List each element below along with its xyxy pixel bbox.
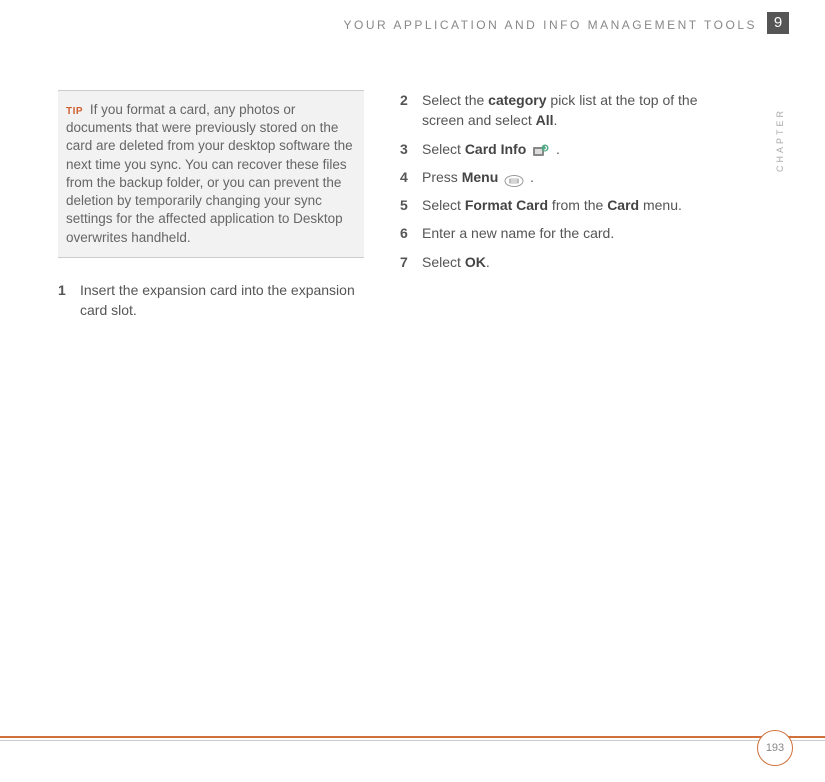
step: 5Select Format Card from the Card menu.	[400, 195, 706, 215]
step-text: Select OK.	[422, 252, 490, 272]
step-number: 5	[400, 195, 422, 215]
page-number: 193	[757, 730, 793, 766]
step: 6Enter a new name for the card.	[400, 223, 706, 243]
step: 2Select the category pick list at the to…	[400, 90, 706, 131]
footer-rule	[0, 736, 825, 738]
step: 4Press Menu .	[400, 167, 706, 187]
step-number: 6	[400, 223, 422, 243]
step-number: 2	[400, 90, 422, 131]
step-number: 7	[400, 252, 422, 272]
step: 7Select OK.	[400, 252, 706, 272]
header-title: YOUR APPLICATION AND INFO MANAGEMENT TOO…	[343, 18, 757, 32]
step: 3Select Card Info .	[400, 139, 706, 159]
card-info-icon	[532, 143, 550, 157]
step-text: Select Format Card from the Card menu.	[422, 195, 682, 215]
step-text: Insert the expansion card into the expan…	[80, 280, 364, 321]
step-number: 1	[58, 280, 80, 321]
chapter-vertical-label: CHAPTER	[775, 108, 785, 172]
tip-label: TIP	[66, 106, 83, 117]
chapter-number-badge: 9	[767, 12, 789, 34]
step-text: Press Menu .	[422, 167, 534, 187]
right-column: 2Select the category pick list at the to…	[400, 90, 706, 328]
tip-box: TIP If you format a card, any photos or …	[58, 90, 364, 258]
menu-icon	[504, 172, 524, 184]
step-text: Enter a new name for the card.	[422, 223, 614, 243]
content-columns: TIP If you format a card, any photos or …	[58, 90, 706, 328]
left-column: TIP If you format a card, any photos or …	[58, 90, 364, 328]
step-text: Select Card Info .	[422, 139, 560, 159]
step: 1Insert the expansion card into the expa…	[58, 280, 364, 321]
step-number: 4	[400, 167, 422, 187]
step-text: Select the category pick list at the top…	[422, 90, 706, 131]
step-number: 3	[400, 139, 422, 159]
tip-text: If you format a card, any photos or docu…	[66, 102, 353, 245]
